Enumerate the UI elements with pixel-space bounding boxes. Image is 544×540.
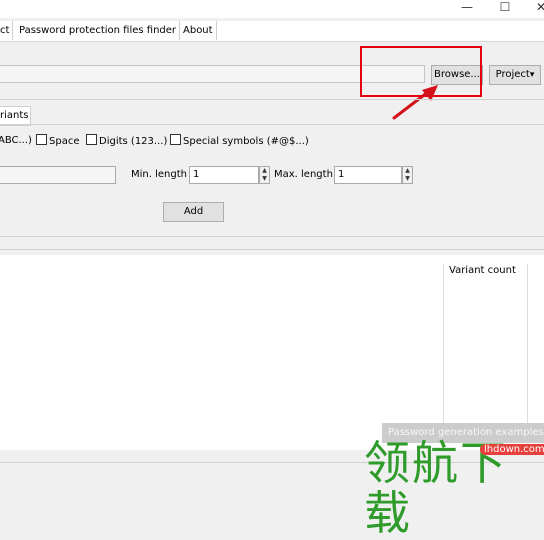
charset-space[interactable]: Space — [36, 134, 79, 148]
charset-uppercase[interactable]: ABC...) — [0, 134, 32, 148]
custom-chars-input[interactable] — [0, 166, 116, 184]
project-dropdown-button[interactable]: Project▾ — [489, 65, 541, 85]
max-length-stepper[interactable]: ▲ ▼ — [402, 166, 413, 184]
minimize-button[interactable]: — — [452, 0, 482, 16]
max-length-input[interactable]: 1 — [334, 166, 402, 184]
tab-about[interactable]: About — [180, 21, 217, 40]
special-checkbox[interactable] — [170, 134, 181, 145]
digits-checkbox[interactable] — [86, 134, 97, 145]
section-divider — [0, 249, 544, 250]
tab-variants[interactable]: riants — [0, 106, 31, 126]
close-icon: ✕ — [535, 0, 544, 14]
add-button[interactable]: Add — [163, 202, 224, 222]
charset-digits[interactable]: Digits (123...) — [86, 134, 167, 148]
min-length-label: Min. length — [131, 169, 187, 180]
charset-special[interactable]: Special symbols (#@$...) — [170, 134, 309, 148]
space-checkbox[interactable] — [36, 134, 47, 145]
max-length-label: Max. length — [274, 169, 333, 180]
watermark-url: lhdown.com — [480, 444, 544, 455]
tab-project[interactable]: ct — [0, 21, 14, 40]
section-divider — [0, 99, 544, 100]
chevron-down-icon: ▾ — [529, 70, 535, 80]
project-label: Project — [495, 69, 530, 80]
spin-down-icon[interactable]: ▼ — [260, 175, 269, 183]
variants-list[interactable] — [0, 255, 544, 450]
minimize-icon: — — [461, 0, 473, 14]
close-button[interactable]: ✕ — [526, 0, 544, 16]
tab-password-finder[interactable]: Password protection files finder — [16, 21, 181, 40]
maximize-icon: ☐ — [499, 0, 511, 14]
min-length-stepper[interactable]: ▲ ▼ — [259, 166, 270, 184]
spin-up-icon[interactable]: ▲ — [260, 167, 269, 175]
variant-count-header[interactable]: Variant count — [449, 264, 516, 278]
maximize-button[interactable]: ☐ — [490, 0, 520, 16]
tab-divider — [0, 124, 544, 125]
spin-down-icon[interactable]: ▼ — [403, 175, 412, 183]
section-divider — [0, 236, 544, 237]
min-length-input[interactable]: 1 — [189, 166, 259, 184]
spin-up-icon[interactable]: ▲ — [403, 167, 412, 175]
annotation-arrow-icon — [392, 85, 438, 120]
